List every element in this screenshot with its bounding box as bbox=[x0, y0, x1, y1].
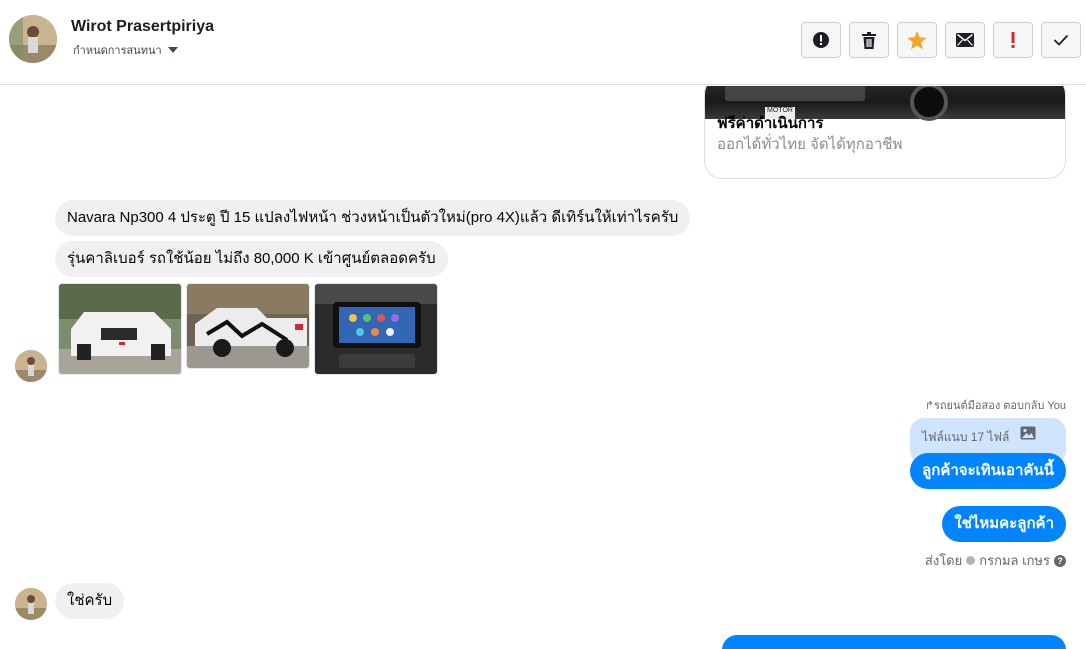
help-icon[interactable]: ? bbox=[1054, 554, 1066, 567]
check-icon bbox=[1053, 34, 1069, 46]
link-preview-description: ออกได้ทั่วไทย จัดได้ทุกอาชีพ bbox=[717, 136, 903, 153]
conversation-thread: MOTOR ฟรีค่าดำเนินการ ออกได้ทั่วไทย จัดไ… bbox=[0, 86, 1086, 649]
assign-conversation-dropdown[interactable]: กำหนดการสนทนา bbox=[73, 41, 178, 59]
alert-icon bbox=[813, 32, 829, 48]
mark-unread-button[interactable] bbox=[945, 22, 985, 58]
reply-arrow-icon: ↱ bbox=[924, 400, 934, 412]
car-grille bbox=[725, 86, 865, 101]
attached-photo[interactable] bbox=[186, 283, 310, 369]
quoted-message-text: ไฟล์แนบ 17 ไฟล์ bbox=[922, 430, 1010, 444]
chevron-down-icon bbox=[167, 47, 178, 53]
assign-label: กำหนดการสนทนา bbox=[73, 45, 162, 57]
star-icon bbox=[907, 30, 927, 49]
reply-context-text: รถยนต์มือสอง ตอบกลับ You bbox=[933, 400, 1066, 412]
trash-icon bbox=[862, 31, 876, 49]
conversation-header: Wirot Prasertpiriya กำหนดการสนทนา bbox=[0, 0, 1086, 85]
star-button[interactable] bbox=[897, 22, 937, 58]
incoming-message[interactable]: รุ่นคาลิเบอร์ รถใช้น้อย ไม่ถึง 80,000 K … bbox=[55, 241, 448, 277]
mark-done-button[interactable] bbox=[1041, 22, 1081, 58]
header-actions bbox=[801, 22, 1081, 58]
attached-photo[interactable] bbox=[58, 283, 182, 375]
link-preview-card[interactable]: MOTOR ฟรีค่าดำเนินการ ออกได้ทั่วไทย จัดไ… bbox=[704, 86, 1066, 179]
outgoing-message[interactable]: ใช่ไหมคะลูกค้า bbox=[942, 506, 1066, 542]
follow-up-button[interactable] bbox=[993, 22, 1033, 58]
reply-context-label: ↱รถยนต์มือสอง ตอบกลับ You bbox=[925, 396, 1066, 414]
contact-avatar[interactable] bbox=[15, 350, 47, 382]
outgoing-message[interactable]: ลูกค้าจะเทินเอาคันนี้ bbox=[910, 453, 1066, 489]
sent-by-label: ส่งโดย bbox=[924, 553, 963, 568]
incoming-message[interactable]: Navara Np300 4 ประตู ปี 15 แปลงไฟหน้า ช่… bbox=[55, 200, 691, 236]
verified-icon bbox=[966, 556, 976, 565]
sent-by-name[interactable]: กรกมล เกษร bbox=[979, 550, 1050, 571]
incoming-message[interactable]: ใช่ครับ bbox=[55, 583, 125, 619]
delete-button[interactable] bbox=[849, 22, 889, 58]
image-icon bbox=[1020, 426, 1036, 440]
contact-name: Wirot Prasertpiriya bbox=[71, 18, 215, 35]
mail-icon bbox=[956, 33, 974, 47]
mark-spam-button[interactable] bbox=[801, 22, 841, 58]
attached-photo[interactable] bbox=[314, 283, 438, 375]
contact-avatar[interactable] bbox=[15, 588, 47, 620]
car-wheel bbox=[910, 86, 948, 121]
sent-by-info: ส่งโดย กรกมล เกษร ? bbox=[925, 550, 1066, 571]
contact-avatar[interactable] bbox=[9, 15, 57, 63]
exclamation-icon bbox=[1011, 32, 1015, 48]
outgoing-message-partial[interactable] bbox=[722, 635, 1066, 649]
